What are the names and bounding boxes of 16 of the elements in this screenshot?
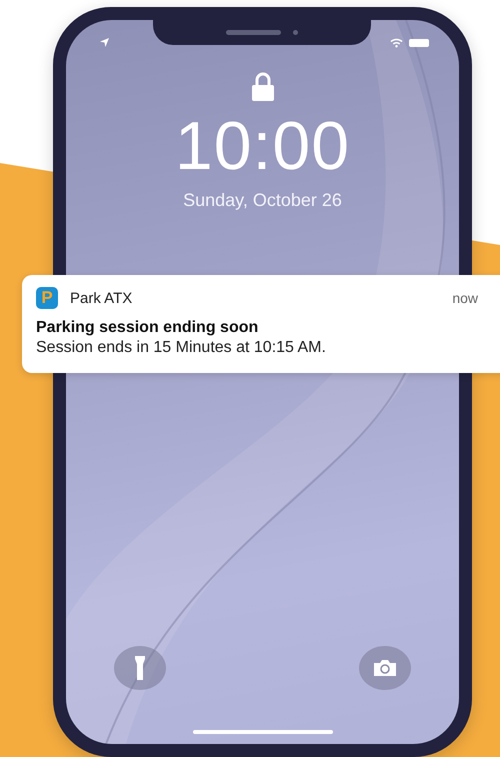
camera-icon [374, 660, 396, 676]
lock-screen-date: Sunday, October 26 [183, 190, 342, 211]
notification-card[interactable]: P Park ATX now Parking session ending soon Session ends in 15 Minutes at 10:15 AM. [22, 275, 500, 373]
app-icon: P [36, 287, 58, 309]
notification-timestamp: now [452, 290, 478, 306]
notification-app-name: Park ATX [70, 290, 134, 306]
lock-screen-clock: 10:00 [174, 112, 350, 180]
camera-button[interactable] [359, 646, 411, 690]
lock-icon [250, 72, 276, 102]
wifi-icon [390, 38, 403, 48]
battery-icon [409, 38, 429, 46]
notification-title: Parking session ending soon [36, 319, 260, 337]
flashlight-button[interactable] [114, 646, 166, 690]
notification-body: Session ends in 15 Minutes at 10:15 AM. [36, 339, 327, 357]
flashlight-icon [135, 656, 145, 680]
location-arrow-icon [100, 38, 109, 47]
